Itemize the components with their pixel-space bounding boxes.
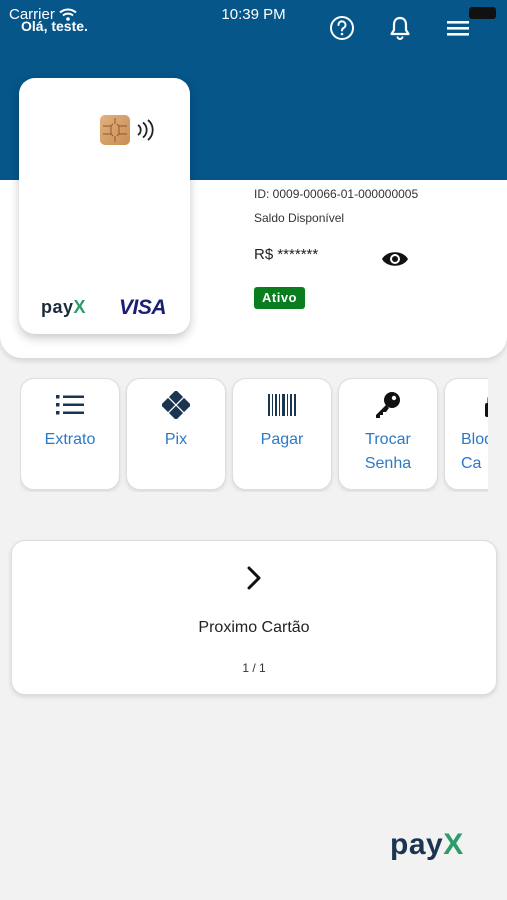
greeting-text: Olá, teste. (21, 18, 88, 34)
header-actions (329, 14, 471, 42)
chevron-right-icon (247, 566, 261, 590)
menu-button[interactable] (445, 14, 471, 42)
action-extrato[interactable]: Extrato (20, 378, 120, 490)
next-card-label: Proximo Cartão (198, 619, 310, 636)
eye-icon[interactable] (381, 249, 409, 269)
list-icon (56, 395, 84, 415)
payx-footer-logo: payX (390, 828, 464, 861)
status-badge: Ativo (254, 287, 305, 309)
key-icon (376, 392, 400, 418)
bell-icon (390, 16, 410, 40)
action-label: Pix (164, 431, 188, 448)
chip-icon (100, 115, 130, 145)
balance-label: Saldo Disponível (254, 211, 345, 225)
quick-actions: Extrato Pix Pagar Trocar Senha Blo Ca (20, 378, 488, 492)
action-label: Trocar Senha (364, 431, 412, 472)
action-trocar-senha[interactable]: Trocar Senha (338, 378, 438, 490)
action-label: Pagar (260, 431, 304, 448)
visa-logo: VISA (119, 296, 167, 319)
contactless-icon (137, 119, 154, 141)
payx-logo: payX (41, 297, 87, 317)
help-icon (330, 16, 354, 40)
pix-icon (162, 391, 190, 419)
action-pix[interactable]: Pix (126, 378, 226, 490)
battery-icon (469, 7, 496, 19)
lock-icon (485, 397, 488, 417)
help-button[interactable] (329, 14, 355, 42)
card-id: ID: 0009-00066-01-000000005 (254, 187, 419, 201)
action-pagar[interactable]: Pagar (232, 378, 332, 490)
next-card-button[interactable]: Proximo Cartão 1 / 1 (11, 540, 497, 695)
payment-card[interactable]: payX VISA (19, 78, 190, 334)
balance-value: R$ ******* (254, 246, 319, 263)
action-label: Extrato (44, 431, 96, 448)
menu-icon (447, 21, 469, 36)
card-counter: 1 / 1 (242, 661, 266, 675)
barcode-icon (268, 394, 296, 416)
notifications-button[interactable] (387, 14, 413, 42)
action-bloquear-cartao[interactable]: Bloq Ca (444, 378, 488, 490)
action-label: Bloq Ca (461, 431, 488, 472)
